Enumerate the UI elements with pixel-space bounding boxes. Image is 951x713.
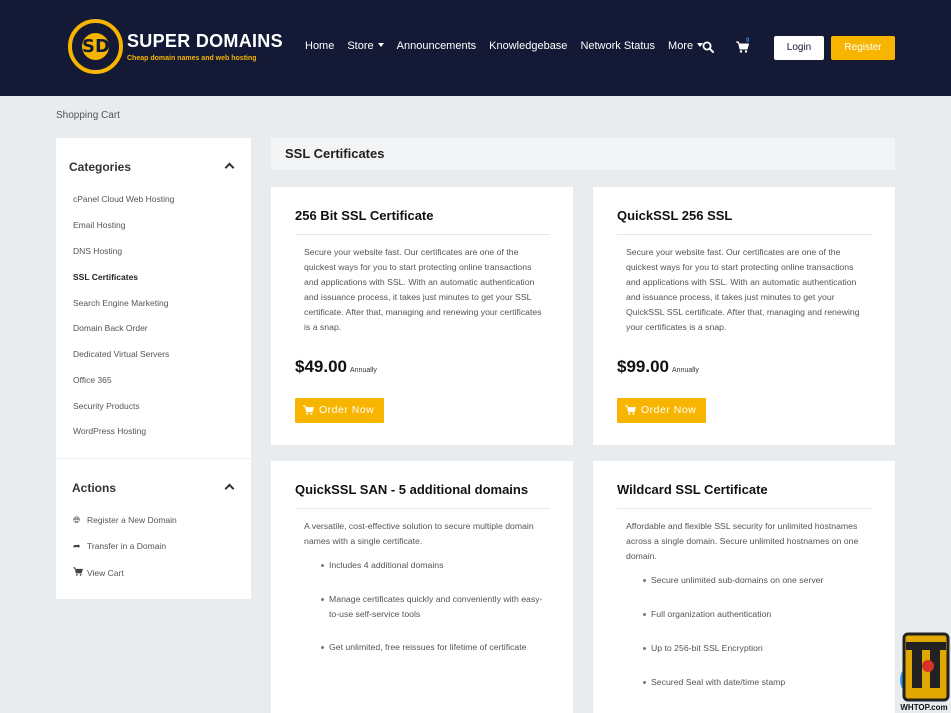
feature-item: Manage certificates quickly and convenie… <box>321 592 544 622</box>
feature-item: Secured Seal with date/time stamp <box>643 675 866 690</box>
chevron-up-icon[interactable] <box>224 162 235 173</box>
divider <box>617 508 872 509</box>
cart-icon <box>625 405 636 415</box>
sidebar-item-cpanel-cloud-web-hosting[interactable]: cPanel Cloud Web Hosting <box>73 194 174 204</box>
order-label: Order Now <box>319 404 375 416</box>
divider <box>295 234 550 235</box>
page-title: SSL Certificates <box>285 146 385 161</box>
sidebar-item-ssl-certificates[interactable]: SSL Certificates <box>73 272 138 282</box>
chevron-down-icon <box>377 43 384 47</box>
nav-announcements[interactable]: Announcements <box>397 40 477 56</box>
price-amount: $99.00 <box>617 357 669 376</box>
order-label: Order Now <box>641 404 697 416</box>
main-nav: Home Store Announcements Knowledgebase N… <box>305 40 716 56</box>
product-description: Secure your website fast. Our certificat… <box>304 247 542 332</box>
sidebar-item-email-hosting[interactable]: Email Hosting <box>73 220 125 230</box>
whtop-watermark-logo: WHTOP.com <box>900 632 950 712</box>
product-description: Secure your website fast. Our certificat… <box>626 247 860 332</box>
brand-tagline: Cheap domain names and web hosting <box>127 55 257 62</box>
feature-item: Secure unlimited sub-domains on one serv… <box>643 573 866 588</box>
cart-icon <box>303 405 314 415</box>
logo-monogram: SD <box>82 33 110 60</box>
sidebar: Categories cPanel Cloud Web Hosting Emai… <box>56 138 251 599</box>
login-button[interactable]: Login <box>774 36 824 60</box>
sidebar-item-search-engine-marketing[interactable]: Search Engine Marketing <box>73 298 168 308</box>
sidebar-item-dedicated-virtual-servers[interactable]: Dedicated Virtual Servers <box>73 349 169 359</box>
divider <box>617 234 872 235</box>
feature-item: Up to 256-bit SSL Encryption <box>643 641 866 656</box>
product-name: QuickSSL SAN - 5 additional domains <box>295 482 529 497</box>
brand-logo[interactable]: SD SUPER DOMAINS Cheap domain names and … <box>68 19 283 77</box>
site-header: SD SUPER DOMAINS Cheap domain names and … <box>0 0 951 96</box>
feature-item: Includes 4 additional domains <box>321 558 544 573</box>
brand-name: SUPER DOMAINS <box>127 31 283 51</box>
nav-more-label: More <box>668 40 694 52</box>
product-card: QuickSSL SAN - 5 additional domains A ve… <box>271 461 573 713</box>
breadcrumb: Shopping Cart <box>56 110 120 121</box>
share-arrow-icon: ➦ <box>73 541 81 551</box>
nav-more[interactable]: More <box>668 40 704 56</box>
watermark-text: WHTOP.com <box>900 703 947 712</box>
action-register-domain[interactable]: 🌐︎ Register a New Domain <box>73 515 177 526</box>
action-label: View Cart <box>87 568 124 578</box>
product-description: Affordable and flexible SSL security for… <box>626 521 859 561</box>
product-price: $99.00 Annually <box>617 357 699 377</box>
sidebar-item-security-products[interactable]: Security Products <box>73 401 140 411</box>
logo-mark: SD <box>68 19 123 74</box>
globe-icon: 🌐︎ <box>73 515 81 525</box>
chevron-up-icon[interactable] <box>224 483 235 494</box>
product-description: A versatile, cost-effective solution to … <box>304 521 534 546</box>
action-label: Register a New Domain <box>87 515 177 525</box>
billing-cycle: Annually <box>672 367 699 374</box>
categories-heading: Categories <box>69 160 132 174</box>
actions-heading: Actions <box>72 481 117 495</box>
order-now-button[interactable]: Order Now <box>295 398 384 423</box>
cart-icon <box>73 567 83 576</box>
divider <box>295 508 550 509</box>
nav-store-label: Store <box>347 40 374 52</box>
sidebar-item-wordpress-hosting[interactable]: WordPress Hosting <box>73 426 146 436</box>
action-view-cart[interactable]: View Cart <box>73 567 124 578</box>
register-button[interactable]: Register <box>831 36 895 60</box>
product-name: QuickSSL 256 SSL <box>617 208 733 223</box>
search-icon[interactable] <box>702 41 714 53</box>
section-header: SSL Certificates <box>271 138 895 170</box>
sidebar-item-domain-back-order[interactable]: Domain Back Order <box>73 323 148 333</box>
feature-item: Full organization authentication <box>643 607 866 622</box>
action-transfer-domain[interactable]: ➦ Transfer in a Domain <box>73 541 166 552</box>
nav-knowledgebase[interactable]: Knowledgebase <box>489 40 567 56</box>
action-label: Transfer in a Domain <box>87 541 167 551</box>
sidebar-item-dns-hosting[interactable]: DNS Hosting <box>73 246 122 256</box>
sidebar-divider <box>56 458 251 459</box>
billing-cycle: Annually <box>350 367 377 374</box>
product-name: 256 Bit SSL Certificate <box>295 208 434 223</box>
order-now-button[interactable]: Order Now <box>617 398 706 423</box>
sidebar-item-office-365[interactable]: Office 365 <box>73 375 112 385</box>
product-card: Wildcard SSL Certificate Affordable and … <box>593 461 895 713</box>
product-price: $49.00 Annually <box>295 357 377 377</box>
nav-network-status[interactable]: Network Status <box>580 40 655 56</box>
product-name: Wildcard SSL Certificate <box>617 482 768 497</box>
cart-count-badge: 0 <box>746 38 750 44</box>
nav-home[interactable]: Home <box>305 40 334 56</box>
nav-store[interactable]: Store <box>347 40 384 56</box>
feature-item: Get unlimited, free reissues for lifetim… <box>321 640 544 655</box>
product-card: 256 Bit SSL Certificate Secure your webs… <box>271 187 573 445</box>
price-amount: $49.00 <box>295 357 347 376</box>
product-card: QuickSSL 256 SSL Secure your website fas… <box>593 187 895 445</box>
